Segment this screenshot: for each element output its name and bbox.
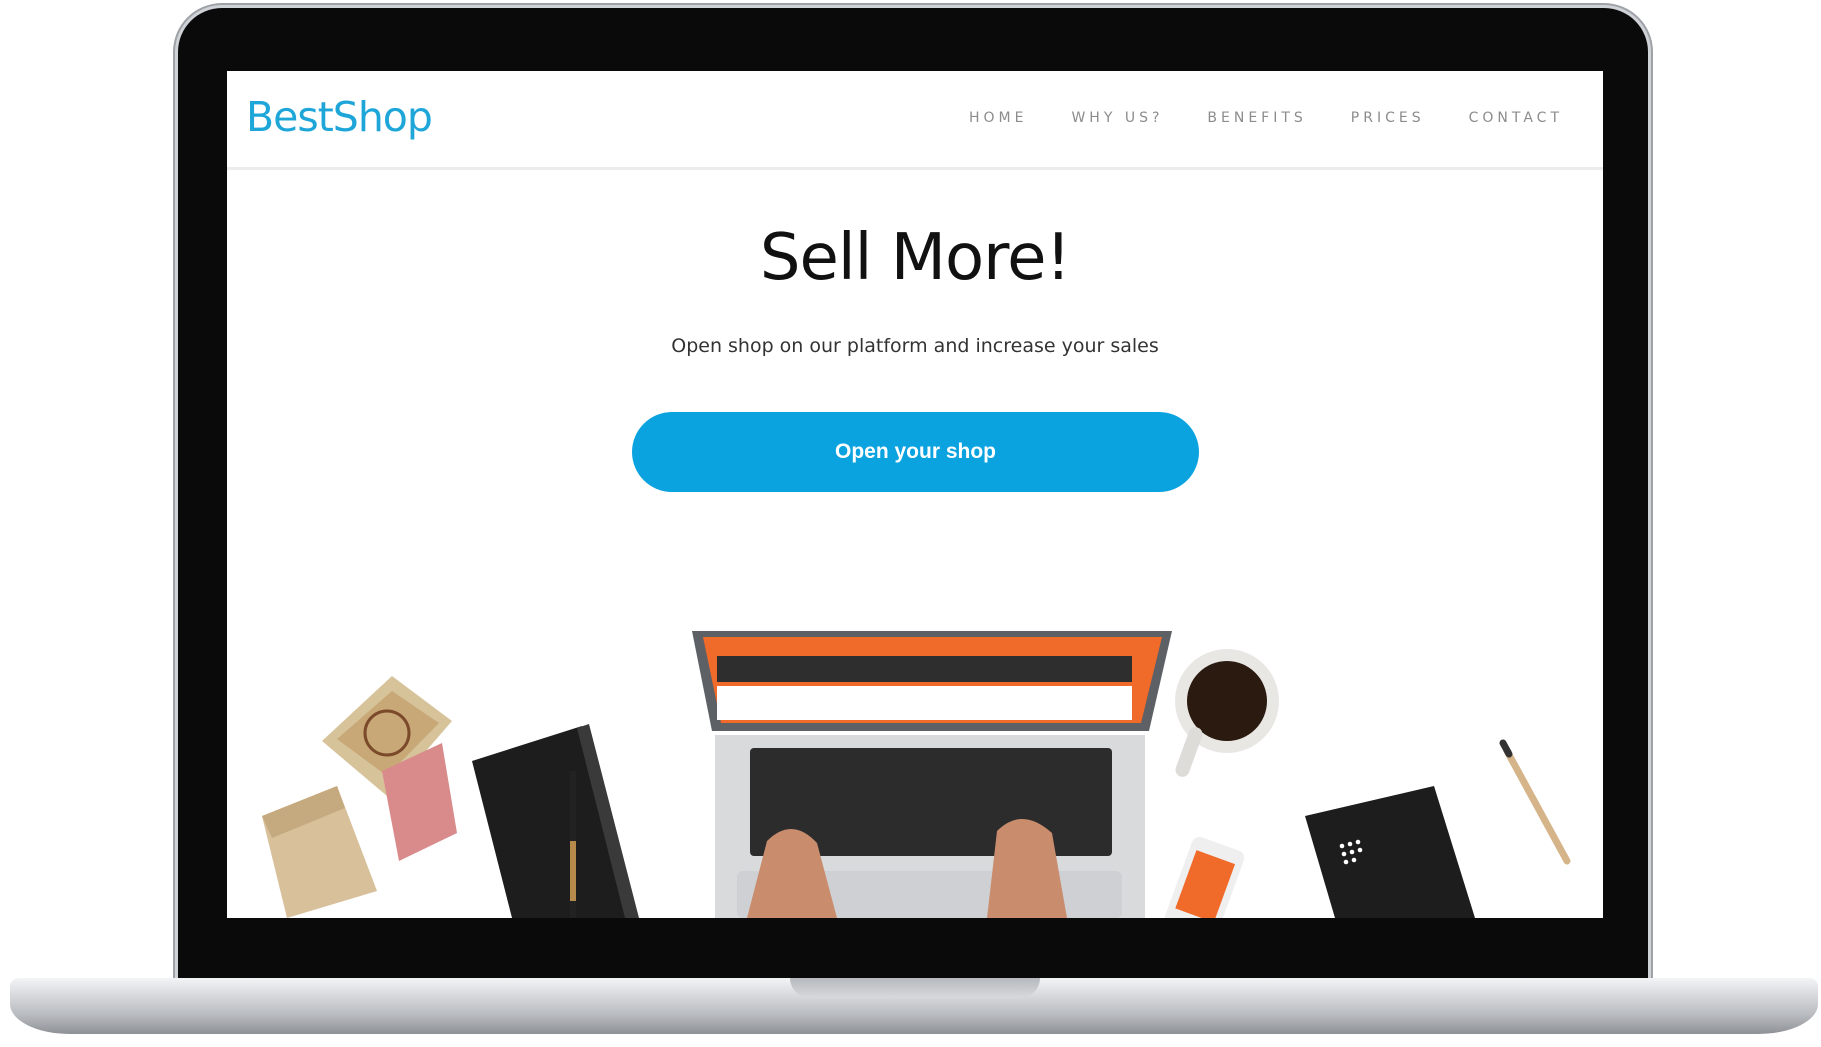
laptop-notch [790, 978, 1040, 998]
black-notebook-image [472, 724, 639, 918]
desk-scene-image [262, 631, 1571, 918]
notebook-image [1305, 786, 1475, 918]
website-screen: BestShop HOME WHY US? BENEFITS PRICES CO… [227, 71, 1603, 918]
smartphone-image [1164, 836, 1245, 918]
greeting-cards-image [262, 676, 457, 918]
pencil-image [1499, 739, 1571, 865]
coffee-cup-image [1175, 649, 1279, 777]
laptop-image [692, 631, 1172, 918]
